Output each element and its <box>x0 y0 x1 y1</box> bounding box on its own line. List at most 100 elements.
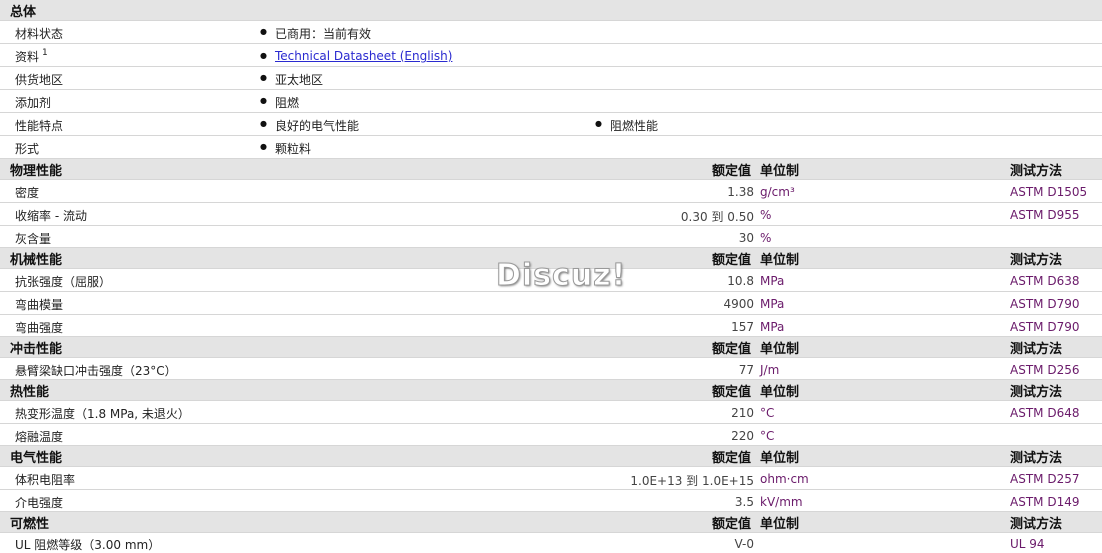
table-row: 弯曲强度 157 MPa ASTM D790 <box>0 315 1102 337</box>
row-value: V-0 <box>734 537 754 551</box>
table-row: 介电强度 3.5 kV/mm ASTM D149 <box>0 490 1102 512</box>
row-unit: % <box>760 231 772 245</box>
row-method: ASTM D955 <box>1010 208 1080 222</box>
row-value: 4900 <box>723 297 754 311</box>
row-method: ASTM D1505 <box>1010 185 1088 199</box>
row-label: 悬臂梁缺口冲击强度（23°C） <box>15 364 177 378</box>
list-item: 阻燃性能 <box>595 117 658 134</box>
row-unit: kV/mm <box>760 495 803 509</box>
section-header-impact: 冲击性能 额定值 单位制 测试方法 <box>0 337 1102 358</box>
list-item: 颗粒料 <box>260 140 311 157</box>
column-header-nominal: 额定值 <box>712 342 752 357</box>
row-label: 弯曲强度 <box>15 321 64 335</box>
row-value: 220 <box>731 429 754 443</box>
row-value: 30 <box>738 231 754 245</box>
list-item: 亚太地区 <box>260 71 323 88</box>
row-value: 210 <box>731 406 754 420</box>
column-header-method: 测试方法 <box>1010 164 1063 179</box>
section-title: 电气性能 <box>10 451 63 466</box>
row-value: 3.5 <box>734 495 754 509</box>
column-header-unit: 单位制 <box>760 517 800 532</box>
column-header-nominal: 额定值 <box>712 164 752 179</box>
row-label: 热变形温度（1.8 MPa, 未退火） <box>15 407 190 421</box>
row-unit: °C <box>760 406 775 420</box>
table-row: 收缩率 - 流动 0.30 到 0.50 % ASTM D955 <box>0 203 1102 226</box>
column-header-method: 测试方法 <box>1010 253 1063 268</box>
table-row: 材料状态 已商用：当前有效 <box>0 21 1102 44</box>
row-method: UL 94 <box>1010 537 1045 551</box>
column-header-method: 测试方法 <box>1010 385 1063 400</box>
table-row: 供货地区 亚太地区 <box>0 67 1102 90</box>
section-header-electrical: 电气性能 额定值 单位制 测试方法 <box>0 446 1102 467</box>
row-label: 添加剂 <box>15 96 52 110</box>
table-row: 密度 1.38 g/cm³ ASTM D1505 <box>0 180 1102 203</box>
row-value: 157 <box>731 320 754 334</box>
table-row: 性能特点 良好的电气性能 阻燃性能 <box>0 113 1102 136</box>
table-row: 添加剂 阻燃 <box>0 90 1102 113</box>
row-label: 供货地区 <box>15 73 64 87</box>
row-unit: ohm·cm <box>760 472 809 486</box>
row-method: ASTM D149 <box>1010 495 1080 509</box>
row-value: 1.0E+13 到 1.0E+15 <box>630 474 754 488</box>
section-header-thermal: 热性能 额定值 单位制 测试方法 <box>0 380 1102 401</box>
row-method: ASTM D790 <box>1010 320 1080 334</box>
row-value: 0.30 到 0.50 <box>680 210 754 224</box>
table-row: UL 阻燃等级（3.00 mm） V-0 UL 94 <box>0 533 1102 553</box>
list-item: 已商用：当前有效 <box>260 25 371 42</box>
row-label: 体积电阻率 <box>15 473 76 487</box>
row-method: ASTM D638 <box>1010 274 1080 288</box>
row-method: ASTM D257 <box>1010 472 1080 486</box>
row-label: 性能特点 <box>15 119 64 133</box>
list-item: 阻燃 <box>260 94 299 111</box>
column-header-unit: 单位制 <box>760 451 800 466</box>
section-title: 热性能 <box>10 385 50 400</box>
row-method: ASTM D790 <box>1010 297 1080 311</box>
column-header-method: 测试方法 <box>1010 342 1063 357</box>
table-row: 形式 颗粒料 <box>0 136 1102 159</box>
section-title: 物理性能 <box>10 164 63 179</box>
row-label: 资料 1 <box>15 48 48 64</box>
row-unit: J/m <box>760 363 780 377</box>
row-label: 形式 <box>15 142 40 156</box>
list-item: 良好的电气性能 <box>260 117 359 134</box>
table-row: 体积电阻率 1.0E+13 到 1.0E+15 ohm·cm ASTM D257 <box>0 467 1102 490</box>
row-unit: g/cm³ <box>760 185 795 199</box>
row-method: ASTM D648 <box>1010 406 1080 420</box>
datasheet-link[interactable]: Technical Datasheet (English) <box>260 49 452 63</box>
table-row: 熔融温度 220 °C <box>0 424 1102 446</box>
section-header-physical: 物理性能 额定值 单位制 测试方法 <box>0 159 1102 180</box>
table-row: 资料1 Technical Datasheet (English) <box>0 44 1102 67</box>
row-method: ASTM D256 <box>1010 363 1080 377</box>
section-title: 冲击性能 <box>10 342 63 357</box>
row-unit: % <box>760 208 772 222</box>
row-label: 介电强度 <box>15 496 64 510</box>
row-label: UL 阻燃等级（3.00 mm） <box>15 538 161 552</box>
row-label: 熔融温度 <box>15 430 64 444</box>
row-label: 抗张强度（屈服） <box>15 275 112 289</box>
table-row: 弯曲模量 4900 MPa ASTM D790 <box>0 292 1102 315</box>
row-unit: MPa <box>760 274 785 288</box>
section-title: 机械性能 <box>10 253 63 268</box>
footnote-marker: 1 <box>42 48 48 58</box>
row-label: 灰含量 <box>15 232 52 246</box>
column-header-method: 测试方法 <box>1010 517 1063 532</box>
column-header-unit: 单位制 <box>760 385 800 400</box>
row-unit: °C <box>760 429 775 443</box>
column-header-nominal: 额定值 <box>712 253 752 268</box>
column-header-nominal: 额定值 <box>712 517 752 532</box>
column-header-nominal: 额定值 <box>712 385 752 400</box>
row-label: 弯曲模量 <box>15 298 64 312</box>
row-label: 收缩率 - 流动 <box>15 209 87 223</box>
section-header-overview: 总体 <box>0 0 1102 21</box>
row-unit: MPa <box>760 297 785 311</box>
table-row: 热变形温度（1.8 MPa, 未退火） 210 °C ASTM D648 <box>0 401 1102 424</box>
section-header-flammability: 可燃性 额定值 单位制 测试方法 <box>0 512 1102 533</box>
section-title: 可燃性 <box>10 517 50 532</box>
section-title: 总体 <box>10 5 37 20</box>
column-header-unit: 单位制 <box>760 342 800 357</box>
column-header-unit: 单位制 <box>760 253 800 268</box>
row-unit: MPa <box>760 320 785 334</box>
watermark: Discuz! <box>495 258 627 294</box>
column-header-method: 测试方法 <box>1010 451 1063 466</box>
table-row: 悬臂梁缺口冲击强度（23°C） 77 J/m ASTM D256 <box>0 358 1102 380</box>
